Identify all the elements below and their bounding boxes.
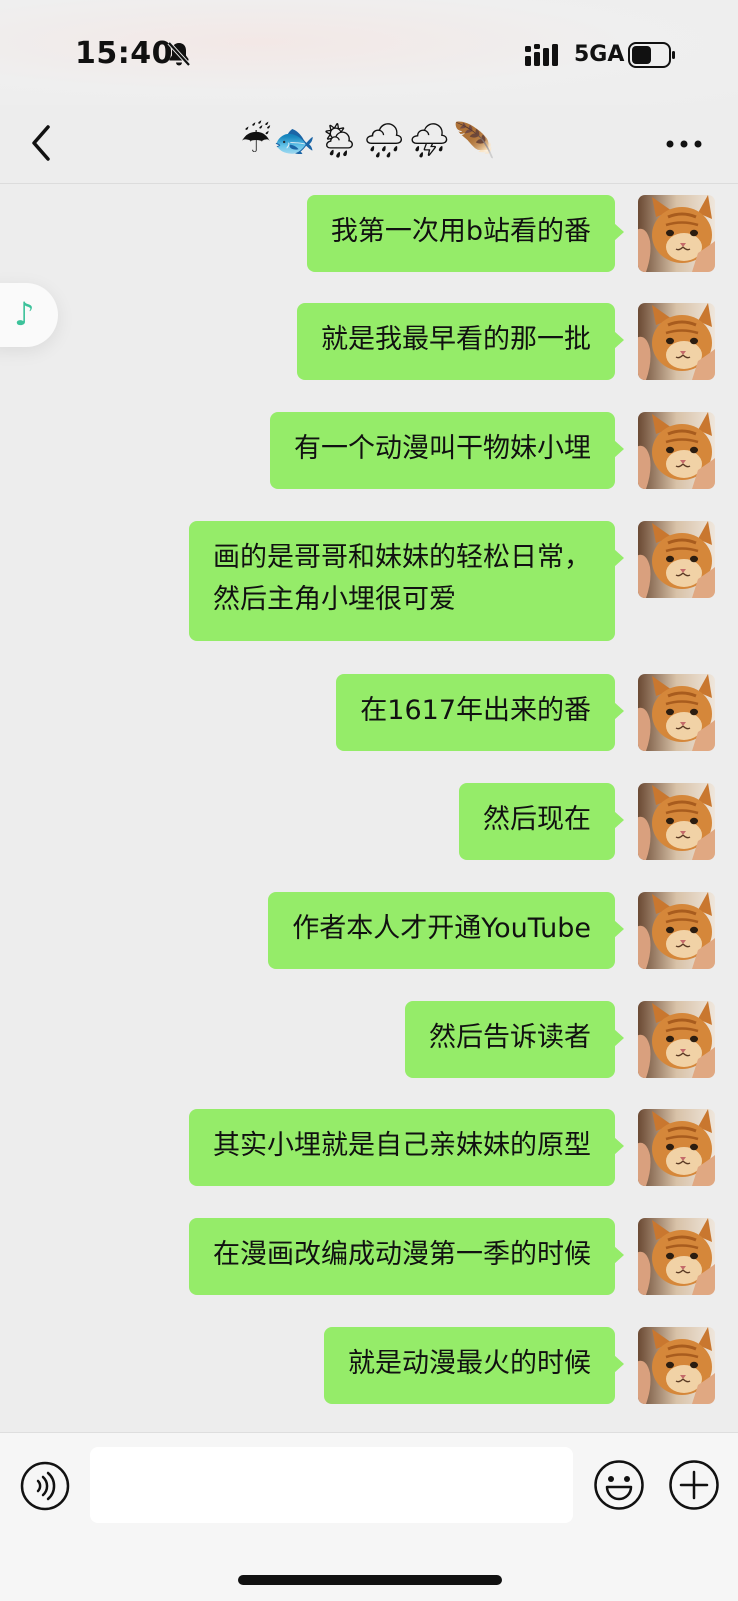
chat-title: ☔🐟🌦🌧⛈🪶 [240,121,498,161]
message-bubble[interactable]: 然后现在 [459,783,624,860]
emoji-button[interactable] [593,1459,645,1511]
avatar[interactable] [638,195,715,272]
message-bubble[interactable]: 在漫画改编成动漫第一季的时候 [189,1218,624,1295]
message-bubble[interactable]: 有一个动漫叫干物妹小埋 [270,412,624,489]
home-indicator[interactable] [238,1575,502,1585]
avatar[interactable] [638,783,715,860]
voice-input-button[interactable] [20,1461,70,1511]
nav-bar: ☔🐟🌦🌧⛈🪶 [0,105,738,184]
avatar[interactable] [638,1001,715,1078]
input-bar [0,1432,738,1601]
message-bubble[interactable]: 在1617年出来的番 [336,674,624,751]
status-bar: 15:40 5GA [0,0,738,105]
bell-off-icon [167,41,191,67]
avatar[interactable] [638,1327,715,1404]
avatar[interactable] [638,303,715,380]
avatar[interactable] [638,412,715,489]
message-bubble[interactable]: 就是我最早看的那一批 [297,303,624,380]
more-functions-button[interactable] [668,1459,720,1511]
battery-icon [628,42,675,68]
message-bubble[interactable]: 作者本人才开通YouTube [268,892,624,969]
avatar[interactable] [638,1218,715,1295]
more-options-button[interactable] [660,129,708,159]
avatar[interactable] [638,521,715,598]
message-bubble[interactable]: 其实小埋就是自己亲妹妹的原型 [189,1109,624,1186]
avatar[interactable] [638,892,715,969]
message-bubble[interactable]: 就是动漫最火的时候 [324,1327,624,1404]
signal-icon [525,44,558,66]
avatar[interactable] [638,674,715,751]
music-note-icon: ♪ [14,295,35,333]
network-type: 5GA [574,42,625,67]
avatar[interactable] [638,1109,715,1186]
message-input[interactable] [90,1447,573,1523]
message-bubble[interactable]: 然后告诉读者 [405,1001,624,1078]
message-bubble[interactable]: 画的是哥哥和妹妹的轻松日常， 然后主角小埋很可爱 [189,521,624,641]
message-bubble[interactable]: 我第一次用b站看的番 [306,195,625,272]
floating-music-button[interactable]: ♪ [0,283,58,347]
status-time: 15:40 [75,36,173,71]
